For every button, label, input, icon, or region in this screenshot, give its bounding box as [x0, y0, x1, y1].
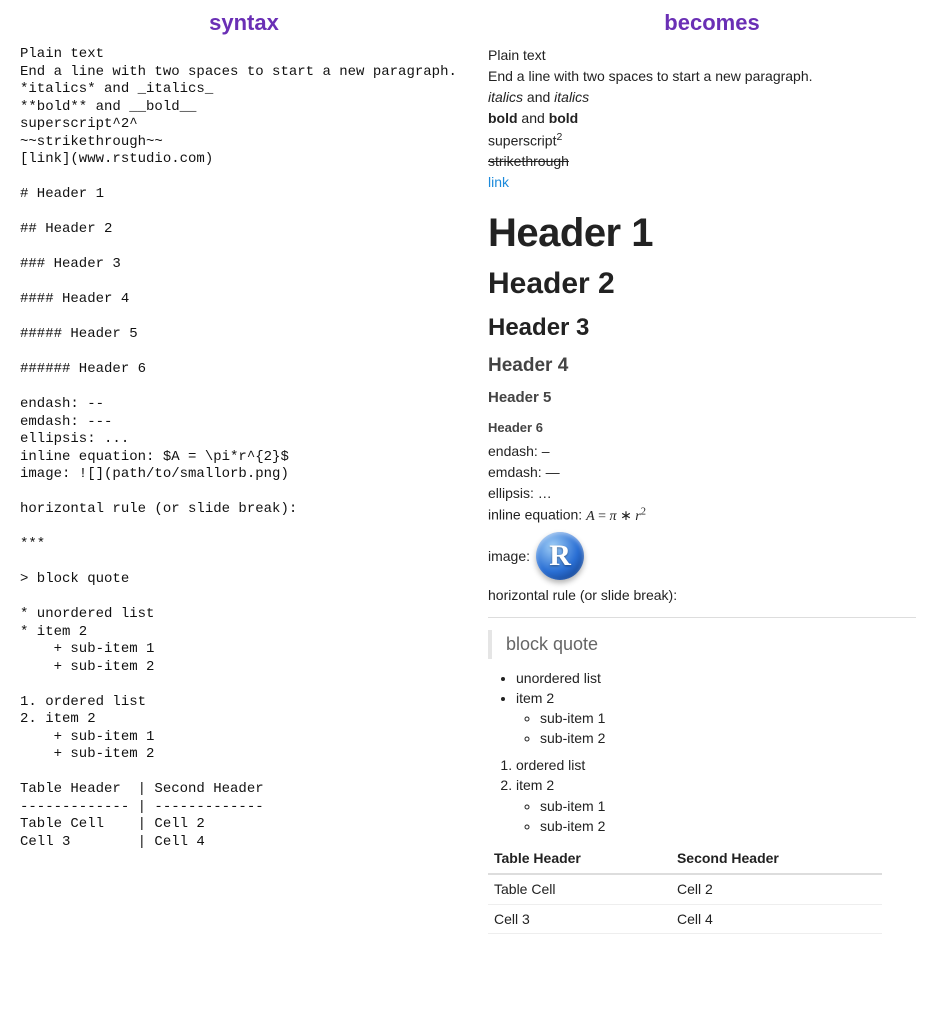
bold-line: bold and bold	[488, 109, 916, 128]
list-item: sub-item 1	[540, 709, 916, 728]
table-row: Cell 3 Cell 4	[488, 904, 882, 934]
table-header-cell: Table Header	[488, 844, 671, 874]
italics-word-2: italics	[554, 89, 589, 105]
becomes-column: becomes Plain text End a line with two s…	[468, 0, 936, 1026]
bold-word-2: bold	[549, 110, 579, 126]
list-item: sub-item 2	[540, 817, 916, 836]
horizontal-rule-label: horizontal rule (or slide break):	[488, 586, 916, 605]
strikethrough-line: strikethrough	[488, 152, 916, 171]
rendered-link[interactable]: link	[488, 174, 509, 190]
header-2: Header 2	[488, 264, 916, 305]
table-header-cell: Second Header	[671, 844, 882, 874]
list-item: sub-item 1	[540, 797, 916, 816]
ellipsis-line: ellipsis: …	[488, 484, 916, 503]
syntax-code-block: Plain text End a line with two spaces to…	[20, 46, 468, 851]
list-item: item 2 sub-item 1 sub-item 2	[516, 776, 916, 836]
header-5: Header 5	[488, 388, 916, 408]
italics-word-1: italics	[488, 89, 523, 105]
link-line: link	[488, 173, 916, 192]
endash-line: endash: –	[488, 442, 916, 461]
italics-line: italics and italics	[488, 88, 916, 107]
syntax-heading: syntax	[20, 10, 468, 36]
header-4: Header 4	[488, 353, 916, 379]
image-line: image: R	[488, 532, 916, 580]
horizontal-rule	[488, 617, 916, 618]
list-item: ordered list	[516, 756, 916, 775]
header-3: Header 3	[488, 312, 916, 344]
bold-word-1: bold	[488, 110, 518, 126]
unordered-list: unordered list item 2 sub-item 1 sub-ite…	[488, 669, 916, 749]
emdash-line: emdash: —	[488, 463, 916, 482]
superscript-line: superscript2	[488, 130, 916, 151]
inline-equation-line: inline equation: A = π ∗ r2	[488, 505, 916, 527]
list-item: item 2 sub-item 1 sub-item 2	[516, 689, 916, 749]
table-row: Table Cell Cell 2	[488, 874, 882, 904]
blockquote: block quote	[488, 630, 916, 658]
table-header-row: Table Header Second Header	[488, 844, 882, 874]
ordered-sublist: sub-item 1 sub-item 2	[516, 797, 916, 836]
list-item: sub-item 2	[540, 729, 916, 748]
table-cell: Cell 4	[671, 904, 882, 934]
r-logo-icon: R	[536, 532, 584, 580]
table-cell: Cell 3	[488, 904, 671, 934]
syntax-column: syntax Plain text End a line with two sp…	[0, 0, 468, 1026]
becomes-heading: becomes	[488, 10, 936, 36]
table-cell: Table Cell	[488, 874, 671, 904]
superscript-exponent: 2	[556, 131, 562, 143]
ordered-list: ordered list item 2 sub-item 1 sub-item …	[488, 756, 916, 836]
unordered-sublist: sub-item 1 sub-item 2	[516, 709, 916, 748]
plain-text-line-1: Plain text	[488, 46, 916, 65]
plain-text-line-2: End a line with two spaces to start a ne…	[488, 67, 916, 86]
table-cell: Cell 2	[671, 874, 882, 904]
header-6: Header 6	[488, 419, 916, 437]
rendered-table: Table Header Second Header Table Cell Ce…	[488, 844, 882, 935]
header-1: Header 1	[488, 206, 916, 260]
list-item: unordered list	[516, 669, 916, 688]
